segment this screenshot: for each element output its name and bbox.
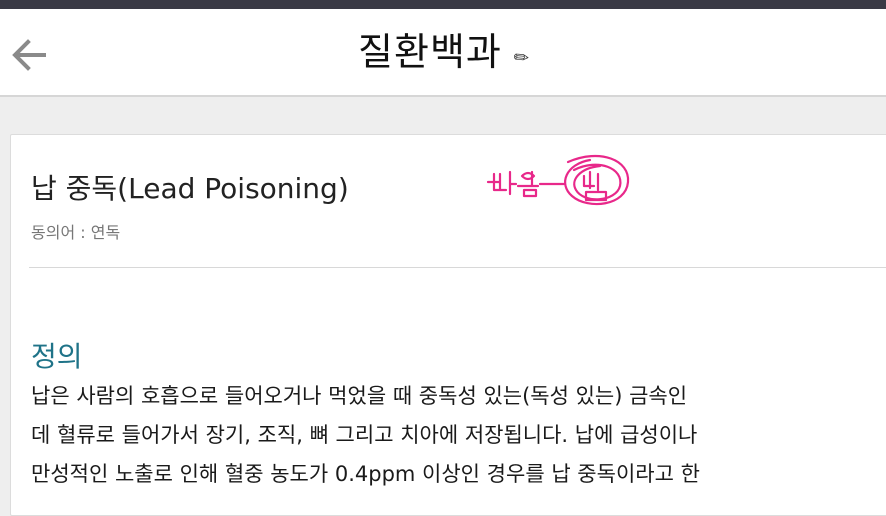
definition-line: 만성적인 노출로 인해 혈중 농도가 0.4ppm 이상인 경우를 납 중독이라… bbox=[31, 462, 700, 486]
divider bbox=[29, 267, 886, 268]
section-heading-definition: 정의 bbox=[31, 340, 83, 373]
page-title-text: 질환백과 bbox=[358, 30, 502, 74]
app-header: 질환백과 ✎ bbox=[0, 9, 886, 97]
definition-line: 데 혈류로 들어가서 장기, 조직, 뼈 그리고 치아에 저장됩니다. 납에 급… bbox=[31, 423, 698, 447]
definition-text: 납은 사람의 호흡으로 들어오거나 먹었을 때 중독성 있는(독성 있는) 금속… bbox=[31, 377, 886, 494]
handwritten-annotation bbox=[486, 154, 630, 206]
definition-line: 납은 사람의 호흡으로 들어오거나 먹었을 때 중독성 있는(독성 있는) 금속… bbox=[31, 384, 688, 408]
status-bar bbox=[0, 0, 886, 9]
article-title: 납 중독(Lead Poisoning) bbox=[31, 172, 349, 205]
page-title: 질환백과 ✎ bbox=[0, 9, 886, 95]
article-card: 납 중독(Lead Poisoning) 동의어 : 연독 정의 납은 사람의 … bbox=[10, 134, 886, 516]
synonym-label: 동의어 : 연독 bbox=[31, 223, 121, 242]
